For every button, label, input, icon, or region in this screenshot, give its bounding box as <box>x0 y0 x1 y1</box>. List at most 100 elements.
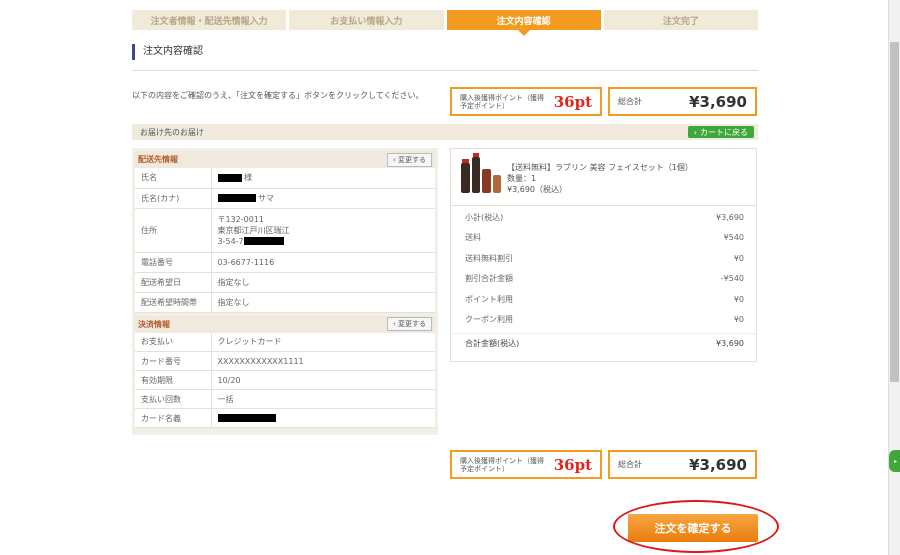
row-value: 様 <box>211 168 435 189</box>
checkout-steps: 注文者情報・配送先情報入力 お支払い情報入力 注文内容確認 注文完了 <box>132 10 758 36</box>
redaction <box>217 414 276 422</box>
row-value: 指定なし <box>211 292 435 313</box>
summary-row: クーポン利用 ¥0 <box>451 310 756 331</box>
row-key: 配送希望日 <box>135 272 212 293</box>
row-key: カード番号 <box>135 351 212 371</box>
edit-payment-label: 変更する <box>398 320 426 328</box>
row-value: 指定なし <box>211 272 435 293</box>
table-row: 有効期限 10/20 <box>135 370 435 390</box>
step-confirm: 注文内容確認 <box>446 10 601 36</box>
edit-payment-button[interactable]: ‹ 変更する <box>386 317 432 331</box>
edit-shipping-button[interactable]: ‹ 変更する <box>386 152 432 167</box>
points-value: 36pt <box>553 455 592 474</box>
row-key: 住所 <box>135 208 212 253</box>
row-value: クレジットカード <box>211 332 435 352</box>
summary-value: ¥3,690 <box>716 339 744 349</box>
row-key: 電話番号 <box>135 252 212 273</box>
step-input-info: 注文者情報・配送先情報入力 <box>132 10 287 30</box>
side-tab-icon[interactable]: ▸ <box>889 450 900 472</box>
payment-section-title: 決済情報 <box>138 319 170 329</box>
total-value: ¥3,690 <box>689 455 747 474</box>
summary-value: -¥540 <box>720 274 744 284</box>
row-key: 氏名 <box>135 168 212 189</box>
row-value: XXXXXXXXXXXX1111 <box>211 351 435 371</box>
summary-value: ¥0 <box>733 294 744 304</box>
redaction <box>217 173 242 182</box>
row-value: 一括 <box>211 389 435 409</box>
chevron-right-icon: › <box>693 127 697 137</box>
summary-value: ¥540 <box>723 233 744 243</box>
shipping-section-title: 配送先情報 <box>138 155 178 164</box>
summary-row: 送料無料割引 ¥0 <box>451 248 756 269</box>
total-label: 総合計 <box>618 97 642 106</box>
summary-row: ポイント利用 ¥0 <box>451 289 756 310</box>
summary-key: 送料 <box>465 233 481 243</box>
table-row: 氏名(カナ) サマ <box>135 188 435 209</box>
order-summary-panel: 【送料無料】ラブリン 美容 フェイスセット（1個） 数量：1 ¥3,690（税込… <box>450 148 757 362</box>
product-name: 【送料無料】ラブリン 美容 フェイスセット（1個） <box>507 163 693 172</box>
delivery-band: お届け先のお届け › カートに戻る <box>132 124 758 140</box>
total-label: 総合計 <box>618 460 642 469</box>
table-row: カード番号 XXXXXXXXXXXX1111 <box>135 351 435 371</box>
divider <box>132 70 758 71</box>
address-line: 東京都江戸川区瑞江 <box>217 225 290 235</box>
payment-table: お支払い クレジットカード カード番号 XXXXXXXXXXXX1111 有効期… <box>135 332 435 428</box>
row-value <box>211 408 435 428</box>
back-to-cart-label: カートに戻る <box>700 127 748 137</box>
redaction <box>243 237 284 245</box>
address-line-2: 3-54-7 <box>218 236 430 247</box>
row-value: サマ <box>211 188 435 209</box>
summary-value: ¥0 <box>733 315 744 325</box>
back-to-cart-button[interactable]: › カートに戻る <box>687 126 754 138</box>
shipping-table: 氏名 様 氏名(カナ) サマ 住所 〒132-0011 東京都江戸川区瑞江 3-… <box>135 168 435 313</box>
row-value: 〒132-0011 東京都江戸川区瑞江 3-54-7 <box>211 208 435 253</box>
points-box-bottom: 購入後獲得ポイント（獲得予定ポイント） 36pt <box>450 450 602 479</box>
product-qty: 数量：1 <box>507 174 537 183</box>
redaction <box>217 194 256 202</box>
points-label: 購入後獲得ポイント（獲得予定ポイント） <box>460 93 544 110</box>
table-row: 支払い回数 一括 <box>135 389 435 409</box>
summary-row: 割引合計金額 -¥540 <box>451 269 756 290</box>
row-key: お支払い <box>135 332 212 352</box>
step-complete: 注文完了 <box>603 10 758 30</box>
table-row: 配送希望時間帯 指定なし <box>135 292 435 313</box>
table-row: 氏名 様 <box>135 168 435 189</box>
row-key: カード名義 <box>135 408 212 428</box>
row-key: 氏名(カナ) <box>135 188 212 209</box>
scrollbar-thumb[interactable] <box>890 42 899 382</box>
row-key: 有効期限 <box>135 370 212 390</box>
total-box: 総合計 ¥3,690 <box>608 87 757 116</box>
summary-row: 小計(税込) ¥3,690 <box>451 207 756 228</box>
table-row: 電話番号 03-6677-1116 <box>135 252 435 273</box>
edit-shipping-label: 変更する <box>398 155 426 164</box>
step-payment-info: お支払い情報入力 <box>289 10 444 30</box>
row-key: 配送希望時間帯 <box>135 292 212 313</box>
points-label: 購入後獲得ポイント（獲得予定ポイント） <box>460 456 544 473</box>
instruction-text: 以下の内容をご確認のうえ、「注文を確定する」ボタンをクリックしてください。 <box>132 91 424 100</box>
name-suffix: 様 <box>244 173 253 183</box>
highlight-oval <box>613 500 779 553</box>
kana-suffix: サマ <box>258 193 275 203</box>
product-item: 【送料無料】ラブリン 美容 フェイスセット（1個） 数量：1 ¥3,690（税込… <box>451 149 756 206</box>
summary-key: 割引合計金額 <box>465 274 513 284</box>
points-value: 36pt <box>553 92 592 111</box>
summary-key: クーポン利用 <box>465 315 513 325</box>
table-row: 配送希望日 指定なし <box>135 272 435 293</box>
postal-code: 〒132-0011 <box>217 214 265 224</box>
total-box-bottom: 総合計 ¥3,690 <box>608 450 757 479</box>
row-value: 03-6677-1116 <box>211 252 435 273</box>
summary-key: 合計金額(税込) <box>465 339 520 349</box>
page-title: 注文内容確認 <box>132 44 203 60</box>
summary-key: 小計(税込) <box>465 212 504 222</box>
summary-value: ¥3,690 <box>716 212 744 222</box>
shipping-section-header: 配送先情報 ‹ 変更する <box>135 151 435 168</box>
summary-key: 送料無料割引 <box>465 253 513 263</box>
delivery-band-label: お届け先のお届け <box>140 127 204 137</box>
table-row: お支払い クレジットカード <box>135 332 435 352</box>
order-info-panel: 配送先情報 ‹ 変更する 氏名 様 氏名(カナ) サマ 住所 〒132-0011… <box>132 148 438 435</box>
summary-value: ¥0 <box>733 253 744 263</box>
payment-section-header: 決済情報 ‹ 変更する <box>135 315 435 333</box>
row-value: 10/20 <box>211 370 435 390</box>
total-value: ¥3,690 <box>689 92 747 111</box>
summary-row: 送料 ¥540 <box>451 228 756 249</box>
